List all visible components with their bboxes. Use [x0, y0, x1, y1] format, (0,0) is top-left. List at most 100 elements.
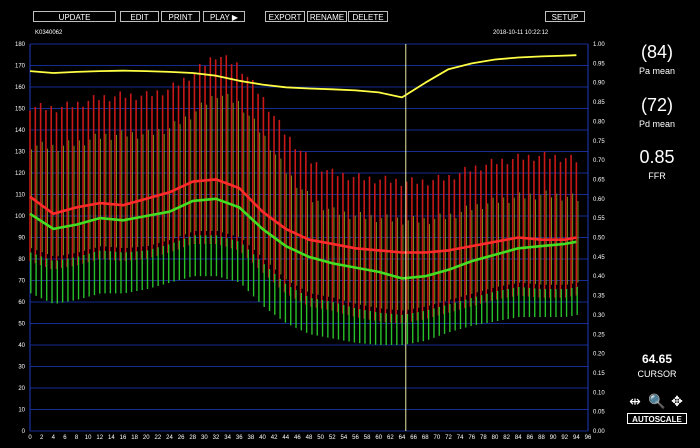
y-right-tick-label: 0.60 [593, 197, 605, 203]
x-tick-label: 42 [271, 435, 278, 441]
y-left-tick-label: 40 [18, 343, 25, 349]
cursor-value: 64.65 [641, 352, 673, 366]
x-tick-label: 14 [108, 435, 115, 441]
x-tick-label: 40 [259, 435, 266, 441]
y-right-tick-label: 0.00 [593, 429, 605, 435]
y-left-tick-label: 70 [18, 279, 25, 285]
ffr-label: FFR [648, 171, 666, 181]
x-tick-label: 82 [503, 435, 510, 441]
x-tick-label: 96 [585, 435, 592, 441]
y-left-tick-label: 50 [18, 322, 25, 328]
x-tick-label: 16 [120, 435, 127, 441]
x-tick-label: 28 [189, 435, 196, 441]
x-tick-label: 76 [468, 435, 475, 441]
pressure-chart[interactable]: 0102030405060708090100110120130140150160… [0, 0, 700, 448]
pressure-waveform-band [29, 55, 579, 345]
y-right-tick-label: 0.70 [593, 158, 605, 164]
x-tick-label: 22 [155, 435, 162, 441]
x-tick-label: 56 [352, 435, 359, 441]
x-tick-label: 52 [329, 435, 336, 441]
x-tick-label: 24 [166, 435, 173, 441]
x-tick-label: 20 [143, 435, 150, 441]
x-tick-label: 32 [213, 435, 220, 441]
x-tick-label: 36 [236, 435, 243, 441]
y-left-tick-label: 180 [15, 42, 26, 48]
y-left-tick-label: 90 [18, 236, 25, 242]
y-right-tick-label: 0.45 [593, 255, 605, 261]
x-tick-label: 4 [52, 435, 56, 441]
x-tick-label: 46 [294, 435, 301, 441]
x-tick-label: 38 [248, 435, 255, 441]
y-right-tick-label: 0.55 [593, 216, 605, 222]
y-right-tick-label: 0.95 [593, 61, 605, 67]
x-tick-label: 70 [434, 435, 441, 441]
y-right-tick-label: 0.65 [593, 177, 605, 183]
x-tick-label: 44 [282, 435, 289, 441]
x-tick-label: 72 [445, 435, 452, 441]
y-right-tick-label: 0.85 [593, 100, 605, 106]
x-tick-label: 66 [410, 435, 417, 441]
x-tick-label: 26 [178, 435, 185, 441]
x-tick-label: 74 [457, 435, 464, 441]
x-tick-label: 6 [63, 435, 67, 441]
cursor-label: CURSOR [637, 369, 677, 379]
x-tick-label: 88 [538, 435, 545, 441]
x-tick-label: 80 [492, 435, 499, 441]
y-right-tick-label: 0.80 [593, 119, 605, 125]
y-right-tick-label: 0.50 [593, 236, 605, 242]
x-tick-label: 68 [422, 435, 429, 441]
x-tick-label: 90 [550, 435, 557, 441]
x-tick-label: 94 [573, 435, 580, 441]
y-left-tick-label: 140 [15, 128, 26, 134]
x-tick-label: 34 [224, 435, 231, 441]
x-tick-label: 30 [201, 435, 208, 441]
x-tick-label: 18 [131, 435, 138, 441]
y-right-tick-label: 0.40 [593, 274, 605, 280]
x-tick-label: 92 [561, 435, 568, 441]
x-tick-label: 8 [75, 435, 79, 441]
y-left-tick-label: 110 [15, 193, 25, 199]
zoom-icon[interactable]: 🔍 [648, 393, 665, 409]
y-right-tick-label: 0.75 [593, 139, 605, 145]
x-tick-label: 12 [96, 435, 103, 441]
y-right-tick-label: 0.10 [593, 390, 605, 396]
autoscale-button[interactable]: AUTOSCALE [627, 413, 687, 424]
pan-icon[interactable]: ✥ [669, 393, 685, 409]
y-left-tick-label: 120 [15, 171, 26, 177]
x-tick-label: 2 [40, 435, 44, 441]
y-right-tick-label: 1.00 [593, 42, 605, 48]
y-left-tick-label: 60 [18, 300, 25, 306]
x-tick-label: 54 [341, 435, 348, 441]
x-tick-label: 60 [375, 435, 382, 441]
pd-mean-label: Pd mean [638, 119, 676, 129]
x-tick-label: 64 [399, 435, 406, 441]
pd-mean-value: (72) [640, 95, 673, 115]
pa-mean-label: Pa mean [638, 66, 676, 76]
left-axis-ticks: 0 10 20 30 40 50 60 70 80 90 100 110 120 130 140 150 160… [15, 42, 26, 435]
x-tick-label: 48 [306, 435, 313, 441]
cursor-move-icon[interactable]: ⇹ [627, 393, 643, 409]
right-axis-ticks: 0.00 0.05 0.10 0.15 0.20 0.25 0.30 0.35 0.40 0.45… [593, 42, 605, 435]
y-left-tick-label: 130 [15, 150, 26, 156]
chart-grid [29, 43, 589, 432]
y-left-tick-label: 30 [18, 365, 25, 371]
y-left-tick-label: 160 [15, 85, 26, 91]
x-tick-label: 78 [480, 435, 487, 441]
record-id: K0340062 [35, 30, 63, 36]
x-tick-label: 62 [387, 435, 394, 441]
y-left-tick-label: 0 [22, 429, 26, 435]
y-right-tick-label: 0.35 [593, 294, 605, 300]
record-datetime: 2018-10-11 10:22:12 [493, 30, 549, 36]
ffr-line [29, 54, 577, 99]
x-tick-label: 10 [85, 435, 92, 441]
y-right-tick-label: 0.25 [593, 332, 605, 338]
y-left-tick-label: 10 [18, 408, 25, 414]
x-tick-label: 0 [28, 435, 32, 441]
y-right-tick-label: 0.15 [593, 371, 605, 377]
x-tick-label: 58 [364, 435, 371, 441]
y-right-tick-label: 0.20 [593, 352, 605, 358]
pd-mean-line [29, 197, 577, 280]
y-left-tick-label: 150 [15, 107, 26, 113]
y-right-tick-label: 0.30 [593, 313, 605, 319]
y-right-tick-label: 0.90 [593, 81, 605, 87]
